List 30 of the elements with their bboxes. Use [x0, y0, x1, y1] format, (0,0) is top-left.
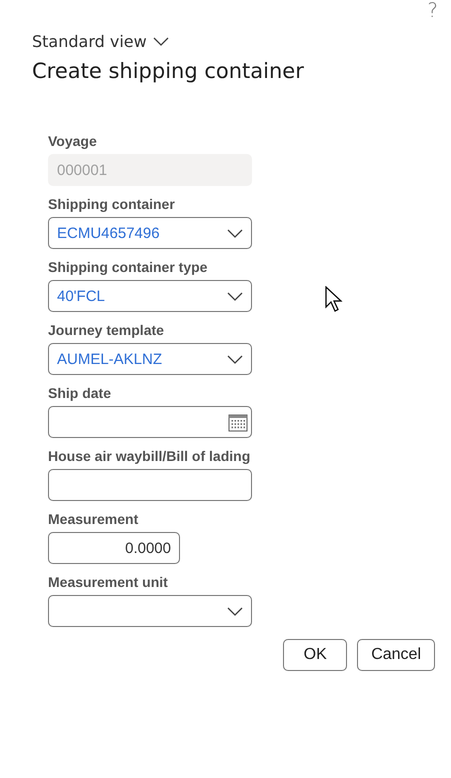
mouse-pointer-icon: [325, 286, 345, 314]
chevron-down-icon: [152, 37, 169, 46]
chevron-down-icon: [227, 228, 243, 238]
date-field[interactable]: [48, 406, 252, 438]
field-label: Shipping container type: [48, 259, 208, 275]
field-label: Measurement: [48, 511, 140, 527]
field-value: ECMU4657496: [57, 224, 160, 242]
text-field[interactable]: [48, 469, 252, 501]
chevron-down-icon: [227, 354, 243, 364]
field-label: Ship date: [48, 385, 112, 401]
field-label: Journey template: [48, 322, 165, 338]
calendar-icon[interactable]: [228, 412, 248, 432]
dropdown-field[interactable]: [48, 595, 252, 627]
field-label: House air waybill/Bill of lading: [48, 448, 252, 464]
measurement-field[interactable]: 0.0000: [48, 532, 180, 564]
cancel-button[interactable]: Cancel: [357, 639, 435, 671]
field-label: Voyage: [48, 133, 98, 149]
field-value: 40'FCL: [57, 288, 105, 304]
field-value: AUMEL-AKLNZ: [57, 350, 162, 368]
dropdown-field[interactable]: 40'FCL: [48, 280, 252, 312]
view-selector[interactable]: Standard view: [32, 32, 169, 51]
chevron-down-icon: [227, 292, 243, 300]
help-icon[interactable]: ?: [427, 0, 438, 20]
chevron-down-icon: [227, 606, 243, 616]
field-label: Shipping container: [48, 196, 176, 212]
ok-button[interactable]: OK: [283, 639, 348, 671]
field-label: Measurement unit: [48, 574, 169, 590]
dropdown-field[interactable]: AUMEL-AKLNZ: [48, 343, 252, 375]
dropdown-field[interactable]: ECMU4657496: [48, 217, 252, 249]
dialog-title: Create shipping container: [32, 59, 305, 83]
